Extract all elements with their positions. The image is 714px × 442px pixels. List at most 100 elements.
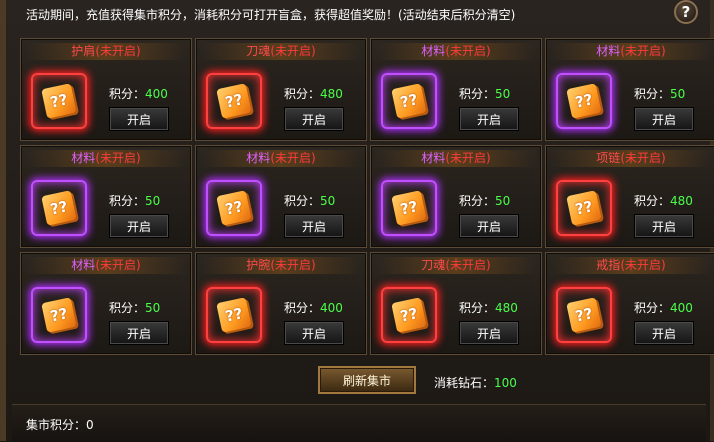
card-score: 积分：50 (109, 192, 160, 209)
score-label: 积分： (459, 87, 496, 101)
card-status: (未开启) (445, 151, 491, 165)
open-button[interactable]: 开启 (459, 321, 519, 345)
refresh-market-button[interactable]: 刷新集市 (318, 366, 416, 394)
blind-box-card: 材料(未开启)?? 积分：50 开启 (195, 145, 367, 248)
score-value: 400 (670, 301, 693, 315)
cost-value: 100 (494, 376, 517, 390)
open-button[interactable]: 开启 (634, 214, 694, 238)
card-score: 积分：50 (459, 192, 510, 209)
market-window: 活动期间，充值获得集市积分，消耗积分可打开盲盒，获得超值奖励！(活动结束后积分清… (0, 0, 714, 442)
card-grid: 护肩(未开启)?? 积分：400 开启 刀魂(未开启)?? 积分：480 开启 材料(未开启… (20, 38, 714, 356)
score-label: 积分： (634, 194, 671, 208)
card-score: 积分：400 (109, 85, 168, 102)
question-box-icon: ?? (41, 297, 77, 333)
open-button[interactable]: 开启 (284, 214, 344, 238)
score-value: 480 (670, 194, 693, 208)
refresh-cost: 消耗钻石：100 (434, 374, 517, 391)
card-item-name: 戒指 (596, 258, 621, 272)
blind-box-card: 刀魂(未开启)?? 积分：480 开启 (370, 252, 542, 355)
blind-box-card: 材料(未开启)?? 积分：50 开启 (20, 145, 192, 248)
card-title: 护腕(未开启) (200, 257, 362, 274)
card-item-name: 材料 (421, 44, 446, 58)
mystery-box-icon: ?? (556, 287, 612, 343)
cost-label: 消耗钻石： (434, 376, 495, 390)
score-label: 积分： (459, 194, 496, 208)
open-button[interactable]: 开启 (459, 107, 519, 131)
card-score: 积分：50 (109, 299, 160, 316)
market-score-label: 集市积分： (26, 418, 87, 432)
card-item-name: 材料 (596, 44, 621, 58)
score-label: 积分： (109, 194, 146, 208)
blind-box-card: 材料(未开启)?? 积分：50 开启 (370, 145, 542, 248)
blind-box-card: 材料(未开启)?? 积分：50 开启 (20, 252, 192, 355)
card-status: (未开启) (95, 44, 141, 58)
card-title: 护肩(未开启) (25, 43, 187, 60)
open-button[interactable]: 开启 (284, 107, 344, 131)
card-status: (未开启) (620, 151, 666, 165)
card-score: 积分：480 (459, 299, 518, 316)
card-status: (未开启) (445, 258, 491, 272)
mystery-box-icon: ?? (556, 180, 612, 236)
blind-box-card: 材料(未开启)?? 积分：50 开启 (370, 38, 542, 141)
card-item-name: 刀魂 (246, 44, 271, 58)
card-score: 积分：480 (634, 192, 693, 209)
card-item-name: 刀魂 (421, 258, 446, 272)
mystery-box-icon: ?? (381, 180, 437, 236)
score-label: 积分： (634, 301, 671, 315)
score-label: 积分： (459, 301, 496, 315)
card-item-name: 材料 (246, 151, 271, 165)
open-button[interactable]: 开启 (109, 321, 169, 345)
mystery-box-icon: ?? (381, 73, 437, 129)
open-button[interactable]: 开启 (459, 214, 519, 238)
mystery-box-icon: ?? (381, 287, 437, 343)
mystery-box-icon: ?? (206, 73, 262, 129)
score-value: 480 (495, 301, 518, 315)
card-score: 积分：50 (284, 192, 335, 209)
open-button[interactable]: 开启 (109, 107, 169, 131)
score-label: 积分： (109, 301, 146, 315)
score-value: 50 (495, 87, 511, 101)
score-label: 积分： (284, 301, 321, 315)
blind-box-card: 材料(未开启)?? 积分：50 开启 (545, 38, 714, 141)
question-box-icon: ?? (566, 190, 602, 226)
mystery-box-icon: ?? (206, 287, 262, 343)
blind-box-card: 戒指(未开启)?? 积分：400 开启 (545, 252, 714, 355)
score-label: 积分： (284, 87, 321, 101)
card-title: 材料(未开启) (25, 150, 187, 167)
open-button[interactable]: 开启 (284, 321, 344, 345)
open-button[interactable]: 开启 (109, 214, 169, 238)
card-title: 刀魂(未开启) (200, 43, 362, 60)
card-status: (未开启) (95, 258, 141, 272)
score-value: 480 (320, 87, 343, 101)
open-button[interactable]: 开启 (634, 321, 694, 345)
score-label: 积分： (634, 87, 671, 101)
blind-box-card: 项链(未开启)?? 积分：480 开启 (545, 145, 714, 248)
question-box-icon: ?? (566, 297, 602, 333)
card-title: 戒指(未开启) (550, 257, 712, 274)
mystery-box-icon: ?? (31, 287, 87, 343)
card-title: 材料(未开启) (375, 43, 537, 60)
score-value: 50 (145, 301, 161, 315)
blind-box-card: 护肩(未开启)?? 积分：400 开启 (20, 38, 192, 141)
question-box-icon: ?? (216, 83, 252, 119)
score-label: 积分： (109, 87, 146, 101)
card-title: 项链(未开启) (550, 150, 712, 167)
question-box-icon: ?? (216, 297, 252, 333)
help-icon[interactable]: ? (674, 0, 698, 24)
card-status: (未开启) (270, 151, 316, 165)
notice-text: 活动期间，充值获得集市积分，消耗积分可打开盲盒，获得超值奖励！(活动结束后积分清… (26, 8, 516, 22)
score-value: 400 (320, 301, 343, 315)
score-value: 50 (145, 194, 161, 208)
open-button[interactable]: 开启 (634, 107, 694, 131)
card-title: 材料(未开启) (200, 150, 362, 167)
card-title: 材料(未开启) (25, 257, 187, 274)
card-status: (未开启) (620, 258, 666, 272)
card-title: 刀魂(未开启) (375, 257, 537, 274)
card-score: 积分：480 (284, 85, 343, 102)
question-box-icon: ?? (391, 190, 427, 226)
card-status: (未开启) (270, 44, 316, 58)
card-item-name: 项链 (596, 151, 621, 165)
mystery-box-icon: ?? (31, 180, 87, 236)
card-score: 积分：50 (459, 85, 510, 102)
card-score: 积分：400 (284, 299, 343, 316)
